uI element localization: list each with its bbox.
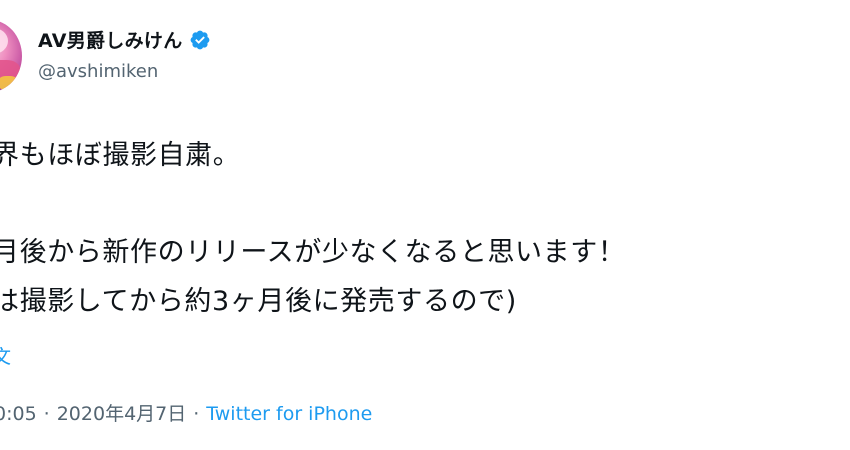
author-display-name[interactable]: AV男爵しみけん [38, 26, 211, 53]
translate-tweet-link[interactable]: 文 [0, 342, 11, 369]
avatar-detail [0, 28, 8, 54]
tweet-text-line: 界もほぼ撮影自粛。 [0, 140, 241, 171]
tweet-date[interactable]: 2020年4月7日 [57, 403, 187, 425]
author-name-text: AV男爵しみけん [38, 30, 183, 52]
author-handle[interactable]: @avshimiken [38, 61, 158, 82]
avatar-detail [0, 76, 18, 90]
tweet-source-link[interactable]: Twitter for iPhone [206, 403, 372, 425]
meta-separator: · [43, 403, 50, 425]
meta-separator: · [193, 403, 200, 425]
tweet-time[interactable]: 0:05 [0, 403, 37, 425]
avatar[interactable] [0, 20, 22, 92]
tweet-text-line: は撮影してから約3ヶ月後に発売するので) [0, 286, 517, 317]
tweet-text-line: 月後から新作のリリースが少なくなると思います！ [0, 237, 626, 268]
tweet-card: AV男爵しみけん @avshimiken 界もほぼ撮影自粛。 月後から新作のリリ… [0, 0, 850, 450]
verified-badge-icon [190, 30, 209, 49]
tweet-metadata: 0:05 · 2020年4月7日 · Twitter for iPhone [0, 399, 372, 426]
